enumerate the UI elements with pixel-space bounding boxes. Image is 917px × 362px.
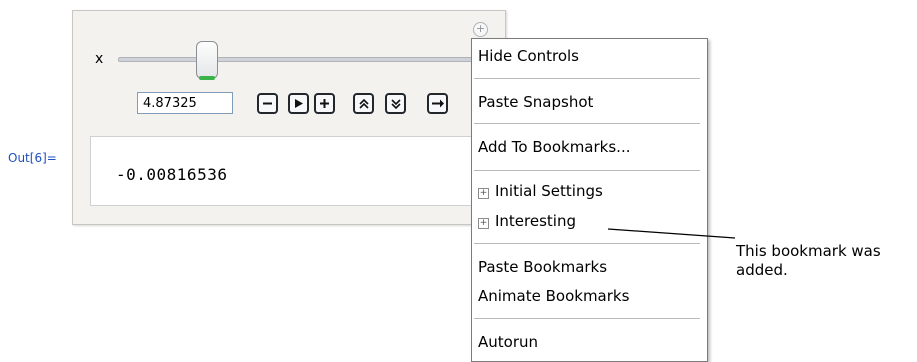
callout-line: [607, 228, 736, 239]
annotation-text: This bookmark was added.: [736, 242, 881, 279]
